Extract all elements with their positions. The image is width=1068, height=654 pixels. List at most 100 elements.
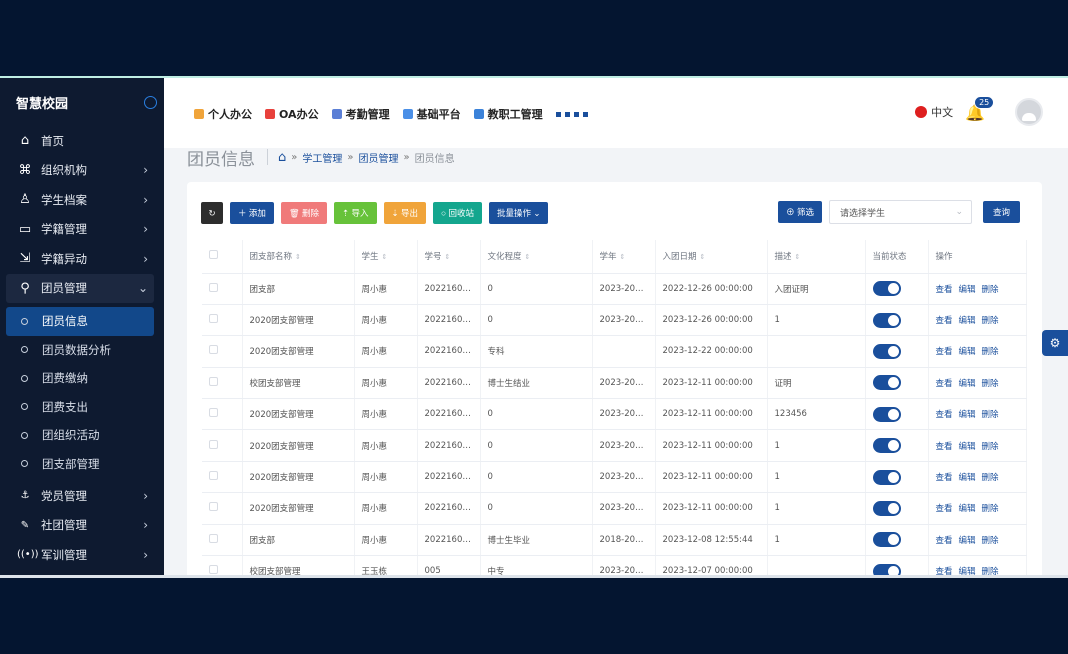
- refresh-button[interactable]: ↻: [201, 202, 223, 224]
- view-link[interactable]: 查看: [936, 316, 953, 326]
- view-link[interactable]: 查看: [936, 285, 953, 295]
- sidebar-subitem[interactable]: 团组织活动: [0, 421, 164, 450]
- view-link[interactable]: 查看: [936, 504, 953, 514]
- sidebar-subitem[interactable]: 团员数据分析: [0, 336, 164, 365]
- row-checkbox[interactable]: [209, 345, 218, 355]
- row-checkbox[interactable]: [209, 282, 218, 292]
- top-nav-item[interactable]: 个人办公: [194, 106, 252, 122]
- sidebar-subitem[interactable]: 团费缴纳: [0, 364, 164, 393]
- select-all-checkbox[interactable]: [209, 250, 218, 260]
- column-header[interactable]: 描述 ⇕: [767, 240, 866, 274]
- delete-link[interactable]: 删除: [982, 285, 999, 295]
- sidebar-item[interactable]: ⌂ 首页: [0, 126, 164, 156]
- column-header[interactable]: 学生 ⇕: [354, 240, 418, 274]
- top-nav-item[interactable]: 考勤管理: [331, 106, 390, 122]
- sidebar-item[interactable]: ▭ 学籍管理 ›: [0, 215, 164, 245]
- sidebar-subitem[interactable]: 团员信息: [6, 307, 154, 336]
- sort-icon[interactable]: ⇕: [525, 253, 531, 261]
- row-checkbox[interactable]: [209, 408, 218, 418]
- sidebar-item[interactable]: ((•)) 军训管理 ›: [0, 540, 164, 570]
- language-switch[interactable]: 中文: [915, 104, 953, 120]
- table-row[interactable]: 2020团支部管理 周小惠 20221601... 专科 2023-12-22 00:0…: [202, 335, 1027, 368]
- column-header[interactable]: 学年 ⇕: [592, 240, 656, 274]
- status-toggle[interactable]: [872, 406, 901, 422]
- settings-gear-button[interactable]: ⚙: [1042, 330, 1068, 356]
- student-select[interactable]: 请选择学生 ⌄: [828, 200, 972, 224]
- edit-link[interactable]: 编辑: [959, 442, 976, 452]
- view-link[interactable]: 查看: [936, 442, 953, 452]
- status-toggle[interactable]: [872, 500, 901, 516]
- edit-link[interactable]: 编辑: [959, 473, 976, 483]
- status-toggle[interactable]: [872, 375, 901, 391]
- delete-link[interactable]: 删除: [982, 536, 999, 546]
- status-toggle[interactable]: [872, 438, 901, 454]
- table-row[interactable]: 团支部 周小惠 20221601... 博士生毕业 2018-201... 2023-12…: [202, 524, 1027, 557]
- top-nav-item[interactable]: OA办公: [265, 106, 319, 122]
- sidebar-item[interactable]: ⇲ 学籍异动 ›: [0, 244, 164, 274]
- table-row[interactable]: 2020团支部管理 周小惠 20221601... 0 2023-202... 2023-…: [202, 461, 1027, 494]
- view-link[interactable]: 查看: [936, 410, 953, 420]
- row-checkbox[interactable]: [209, 314, 218, 324]
- export-button[interactable]: ⇣ 导出: [383, 202, 426, 224]
- status-toggle[interactable]: [872, 281, 901, 297]
- sidebar-item[interactable]: ⚲ 团员管理 ⌄: [6, 273, 154, 303]
- home-icon[interactable]: ⌂: [278, 150, 286, 165]
- edit-link[interactable]: 编辑: [959, 504, 976, 514]
- sidebar-item[interactable]: ⚓ 党员管理 ›: [0, 481, 164, 511]
- edit-link[interactable]: 编辑: [959, 536, 976, 546]
- top-nav-item[interactable]: 教职工管理: [473, 106, 543, 122]
- status-toggle[interactable]: [872, 312, 901, 328]
- column-header[interactable]: 入团日期 ⇕: [655, 240, 768, 274]
- sort-icon[interactable]: ⇕: [382, 253, 388, 261]
- status-toggle[interactable]: [872, 469, 901, 485]
- sidebar-item[interactable]: ✎ 社团管理 ›: [0, 511, 164, 541]
- batch-actions-button[interactable]: 批量操作 ⌄: [489, 202, 549, 224]
- row-checkbox[interactable]: [209, 533, 218, 543]
- add-button[interactable]: ＋ 添加: [230, 202, 274, 224]
- recycle-bin-button[interactable]: ○ 回收站: [433, 202, 482, 224]
- sort-icon[interactable]: ⇕: [700, 253, 706, 261]
- delete-link[interactable]: 删除: [982, 347, 999, 357]
- breadcrumb-item[interactable]: 学工管理: [302, 150, 342, 165]
- status-toggle[interactable]: [872, 532, 901, 548]
- table-row[interactable]: 2020团支部管理 周小惠 20221601... 0 2023-202... 2023-…: [202, 492, 1027, 525]
- sort-icon[interactable]: ⇕: [295, 253, 301, 261]
- status-toggle[interactable]: [872, 343, 901, 359]
- sidebar-subitem[interactable]: 团支部管理: [0, 450, 164, 479]
- import-button[interactable]: ⇡ 导入: [334, 202, 377, 224]
- table-row[interactable]: 2020团支部管理 周小惠 20221601... 0 2023-202... 2023-…: [202, 429, 1027, 462]
- sort-icon[interactable]: ⇕: [795, 253, 801, 261]
- delete-button[interactable]: 🗑 删除: [280, 202, 328, 224]
- row-checkbox[interactable]: [209, 439, 218, 449]
- edit-link[interactable]: 编辑: [959, 379, 976, 389]
- edit-link[interactable]: 编辑: [959, 347, 976, 357]
- view-link[interactable]: 查看: [936, 536, 953, 546]
- edit-link[interactable]: 编辑: [959, 410, 976, 420]
- column-header[interactable]: 团支部名称 ⇕: [242, 240, 355, 274]
- query-button[interactable]: 查询: [982, 201, 1020, 223]
- notifications-button[interactable]: 🔔 25: [965, 95, 995, 122]
- breadcrumb-item[interactable]: 团员管理: [359, 150, 399, 165]
- table-row[interactable]: 校团支部管理 王玉栋 005 中专 2023-202... 2023-12-07 00:0…: [202, 555, 1027, 577]
- view-link[interactable]: 查看: [936, 379, 953, 389]
- delete-link[interactable]: 删除: [982, 316, 999, 326]
- table-row[interactable]: 校团支部管理 周小惠 20221601... 博士生结业 2023-202... 2023…: [202, 367, 1027, 400]
- filter-button[interactable]: ⊕ 筛选: [778, 201, 822, 223]
- row-checkbox[interactable]: [209, 376, 218, 386]
- view-link[interactable]: 查看: [936, 473, 953, 483]
- top-nav-item[interactable]: 基础平台: [402, 106, 461, 122]
- sidebar-item[interactable]: ♙ 学生档案 ›: [0, 185, 164, 215]
- table-row[interactable]: 2020团支部管理 周小惠 20221601... 0 2023-202... 2023-…: [202, 304, 1027, 337]
- view-link[interactable]: 查看: [936, 347, 953, 357]
- delete-link[interactable]: 删除: [982, 473, 999, 483]
- table-row[interactable]: 团支部 周小惠 20221601... 0 2023-202... 2022-12-26 …: [202, 273, 1027, 305]
- app-grid-icon[interactable]: [555, 106, 588, 122]
- delete-link[interactable]: 删除: [982, 410, 999, 420]
- user-avatar[interactable]: [1015, 98, 1043, 126]
- sidebar-subitem[interactable]: 团费支出: [0, 393, 164, 422]
- row-checkbox[interactable]: [209, 565, 218, 575]
- table-row[interactable]: 2020团支部管理 周小惠 20221601... 0 2023-202... 2023-…: [202, 398, 1027, 431]
- delete-link[interactable]: 删除: [982, 442, 999, 452]
- column-header[interactable]: 文化程度 ⇕: [480, 240, 593, 274]
- column-header[interactable]: 学号 ⇕: [417, 240, 481, 274]
